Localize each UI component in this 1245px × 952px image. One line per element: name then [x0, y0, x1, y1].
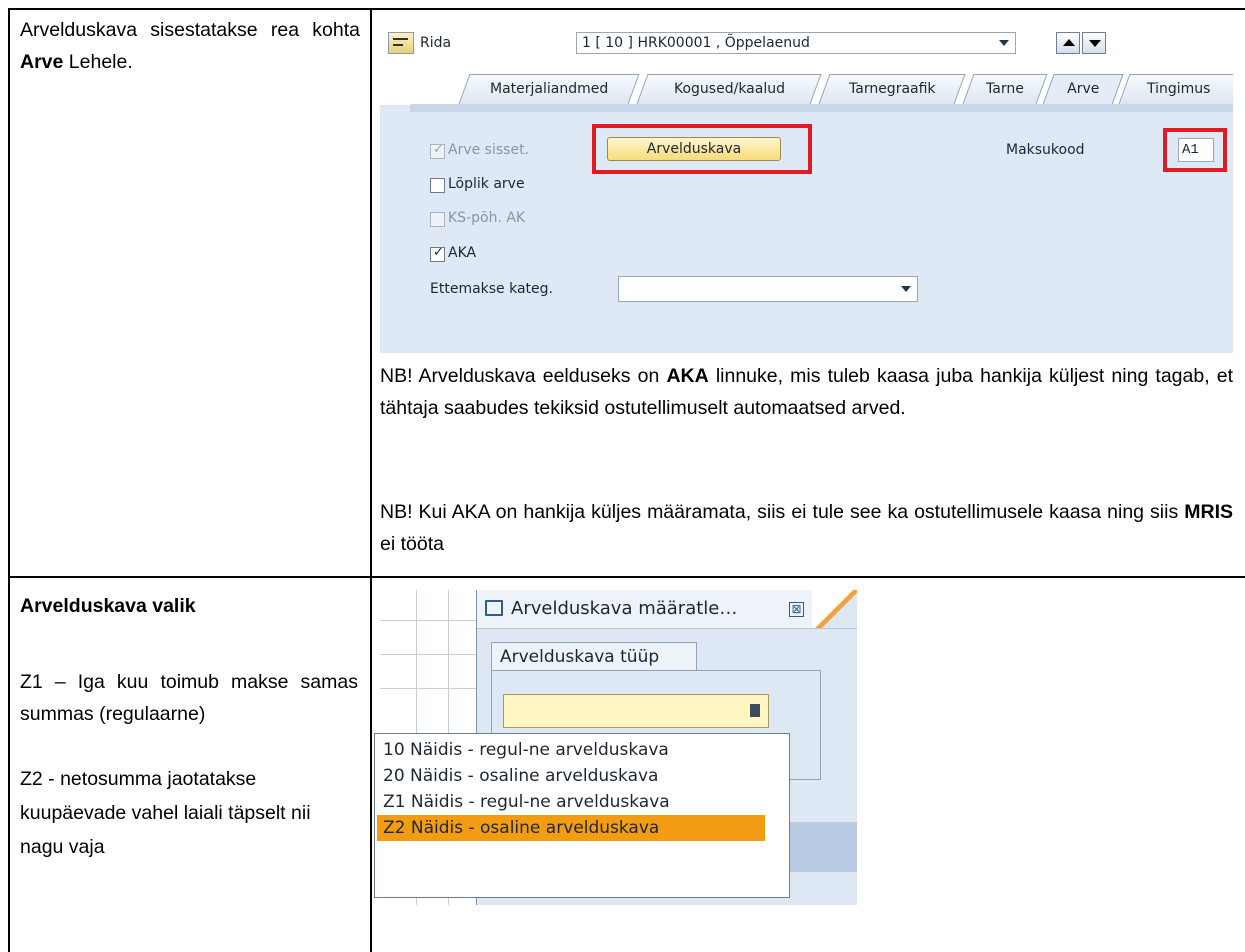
row1-text-bold: Arve [20, 51, 64, 73]
ettemakse-label: Ettemakse kateg. [430, 281, 553, 297]
grid-line [380, 688, 476, 689]
previous-item-button[interactable] [1056, 32, 1080, 54]
item-row-select[interactable]: 1 [ 10 ] HRK00001 , Õppelaenud [576, 32, 1016, 54]
check-icon: ✓ [433, 245, 444, 260]
row2-heading: Arvelduskava valik [20, 595, 196, 617]
sap-invoice-tab-screenshot: Rida 1 [ 10 ] HRK00001 , Õppelaenud Mate… [380, 10, 1233, 353]
table-row-divider [8, 576, 1245, 578]
gr-based-iv-checkbox[interactable] [430, 212, 445, 227]
dropdown-option[interactable]: Z1 Näidis - regul-ne arvelduskava [377, 789, 765, 815]
close-icon[interactable]: ⊠ [789, 602, 804, 617]
dialog-title: Arvelduskava määratle… [511, 598, 738, 619]
tab-label: Tarne [986, 81, 1024, 97]
invoice-receipt-checkbox[interactable]: ✓ [430, 142, 445, 159]
dropdown-option[interactable]: 10 Näidis - regul-ne arvelduskava [377, 737, 765, 763]
tab-tarne[interactable]: Tarne [962, 74, 1048, 104]
aka-checkbox[interactable]: ✓ [430, 245, 445, 262]
dialog-corner [812, 590, 857, 628]
chevron-down-icon [901, 286, 911, 292]
final-invoice-checkbox[interactable] [430, 178, 445, 193]
note2-text-end: ei tööta [380, 533, 444, 555]
note-aka-requirement: NB! Arvelduskava eelduseks on AKA linnuk… [380, 360, 1233, 424]
rida-label: Rida [420, 35, 452, 51]
aka-label: AKA [448, 245, 477, 261]
maksukood-label: Maksukood [1006, 142, 1085, 158]
grid-line [380, 654, 476, 655]
dropdown-option[interactable]: 20 Näidis - osaline arvelduskava [377, 763, 765, 789]
gr-based-iv-label: KS-põh. AK [448, 210, 526, 226]
tab-label: Kogused/kaalud [673, 81, 785, 97]
note1-bold: AKA [666, 365, 709, 387]
billing-plan-button[interactable]: Arvelduskava [607, 137, 781, 161]
tab-kogused-kaalud[interactable]: Kogused/kaalud [636, 74, 822, 104]
note2-text: NB! Kui AKA on hankija küljes määramata,… [380, 501, 1185, 523]
billing-plan-type-input[interactable] [503, 694, 769, 728]
tab-tarnegraafik[interactable]: Tarnegraafik [818, 74, 966, 104]
tab-label: Tarnegraafik [848, 81, 936, 97]
tab-label: Arve [1067, 81, 1100, 97]
row1-text-end: Lehele. [63, 51, 133, 73]
table-left-border [8, 8, 10, 952]
row2-z1-description: Z1 – Iga kuu toimub makse samas summas (… [20, 671, 358, 725]
value-help-icon[interactable] [750, 704, 760, 717]
row1-text: Arvelduskava sisestatakse rea kohta [20, 19, 360, 41]
note2-bold: MRIS [1184, 501, 1233, 523]
item-overview-icon[interactable] [388, 32, 414, 54]
chevron-down-icon [999, 40, 1009, 46]
final-invoice-label: Lõplik arve [448, 176, 525, 192]
tab-tingimused[interactable]: Tingimus [1118, 74, 1233, 104]
check-icon: ✓ [433, 142, 444, 157]
tab-materjaliandmed[interactable]: Materjaliandmed [458, 74, 640, 104]
arrow-up-icon [1063, 39, 1075, 46]
row2-z2-description: Z2 - netosumma jaotatakse kuupäevade vah… [20, 768, 311, 858]
next-item-button[interactable] [1082, 32, 1106, 54]
tab-label: Materjaliandmed [489, 81, 609, 97]
downpayment-category-select[interactable] [618, 276, 918, 302]
billing-plan-type-dropdown: 10 Näidis - regul-ne arvelduskava 20 Näi… [374, 733, 790, 898]
row1-description: Arvelduskava sisestatakse rea kohta Arve… [20, 14, 360, 78]
table-column-divider [370, 8, 372, 952]
tab-strip [410, 104, 1233, 112]
dropdown-option-selected[interactable]: Z2 Näidis - osaline arvelduskava [377, 815, 765, 841]
tab-label: Tingimus [1147, 81, 1211, 97]
note1-text: NB! Arvelduskava eelduseks on [380, 365, 667, 387]
invoice-receipt-label: Arve sisset. [448, 142, 530, 158]
dialog-window-icon [485, 600, 503, 616]
arrow-down-icon [1089, 40, 1101, 47]
item-detail-tabs: Materjaliandmed Kogused/kaalud Tarnegraa… [380, 74, 1233, 105]
tab-arve[interactable]: Arve [1042, 74, 1124, 105]
tax-code-field[interactable]: A1 [1178, 138, 1214, 162]
billing-plan-type-group-title: Arvelduskava tüüp [491, 642, 697, 672]
item-row-select-value: 1 [ 10 ] HRK00001 , Õppelaenud [582, 35, 810, 51]
grid-line [380, 620, 476, 621]
note-mris: NB! Kui AKA on hankija küljes määramata,… [380, 496, 1233, 560]
